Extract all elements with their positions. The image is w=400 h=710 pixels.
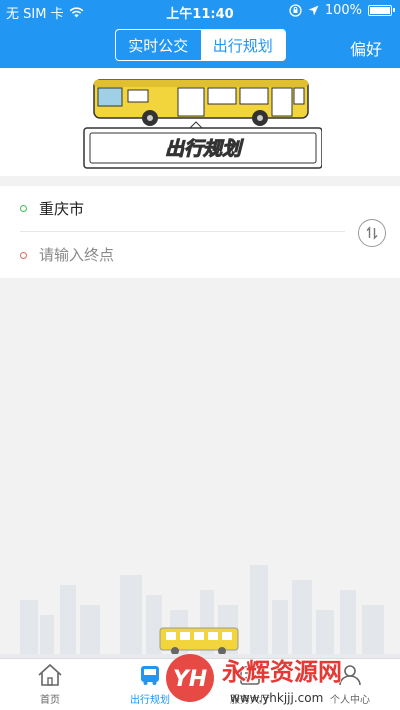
battery-percent: 100%: [324, 3, 362, 18]
origin-dot-icon: [20, 205, 27, 212]
watermark-url: www.yhkjjj.com: [230, 691, 323, 705]
mode-segmented-control: 实时公交 出行规划: [115, 29, 286, 61]
tab-trip-planning[interactable]: 出行规划: [200, 30, 285, 60]
destination-row[interactable]: [0, 232, 345, 278]
swap-button[interactable]: [358, 219, 386, 247]
watermark-logo: YH 永辉资源网 www.yhkjjj.com: [166, 654, 343, 705]
top-header: 无 SIM 卡 上午11:40 100% 实时公交 出行规划 偏好: [0, 0, 400, 68]
home-icon: [38, 663, 62, 686]
city-skyline-illustration: [0, 565, 400, 660]
watermark-name: 永辉资源网: [222, 658, 342, 686]
battery-icon: [368, 5, 395, 16]
bus-illustration: 出行规划: [83, 79, 322, 169]
swap-arrows-icon: [366, 226, 378, 240]
tab-realtime-bus[interactable]: 实时公交: [116, 30, 201, 60]
rotation-lock-icon: [289, 4, 302, 17]
origin-field[interactable]: 重庆市: [39, 198, 84, 219]
watermark-logo-text: YH: [173, 667, 207, 692]
status-bar: 无 SIM 卡 上午11:40 100%: [0, 0, 400, 22]
destination-input[interactable]: [39, 246, 299, 264]
destination-dot-icon: [20, 251, 27, 259]
tab-home[interactable]: 首页: [0, 659, 100, 710]
banner-sign-text: 出行规划: [165, 138, 244, 160]
tab-home-label: 首页: [40, 695, 60, 706]
origin-row[interactable]: 重庆市: [20, 186, 345, 232]
route-form: 重庆市: [0, 186, 400, 278]
preference-button[interactable]: 偏好: [350, 36, 382, 60]
banner: 出行规划: [0, 68, 400, 176]
location-arrow-icon: [308, 5, 319, 16]
